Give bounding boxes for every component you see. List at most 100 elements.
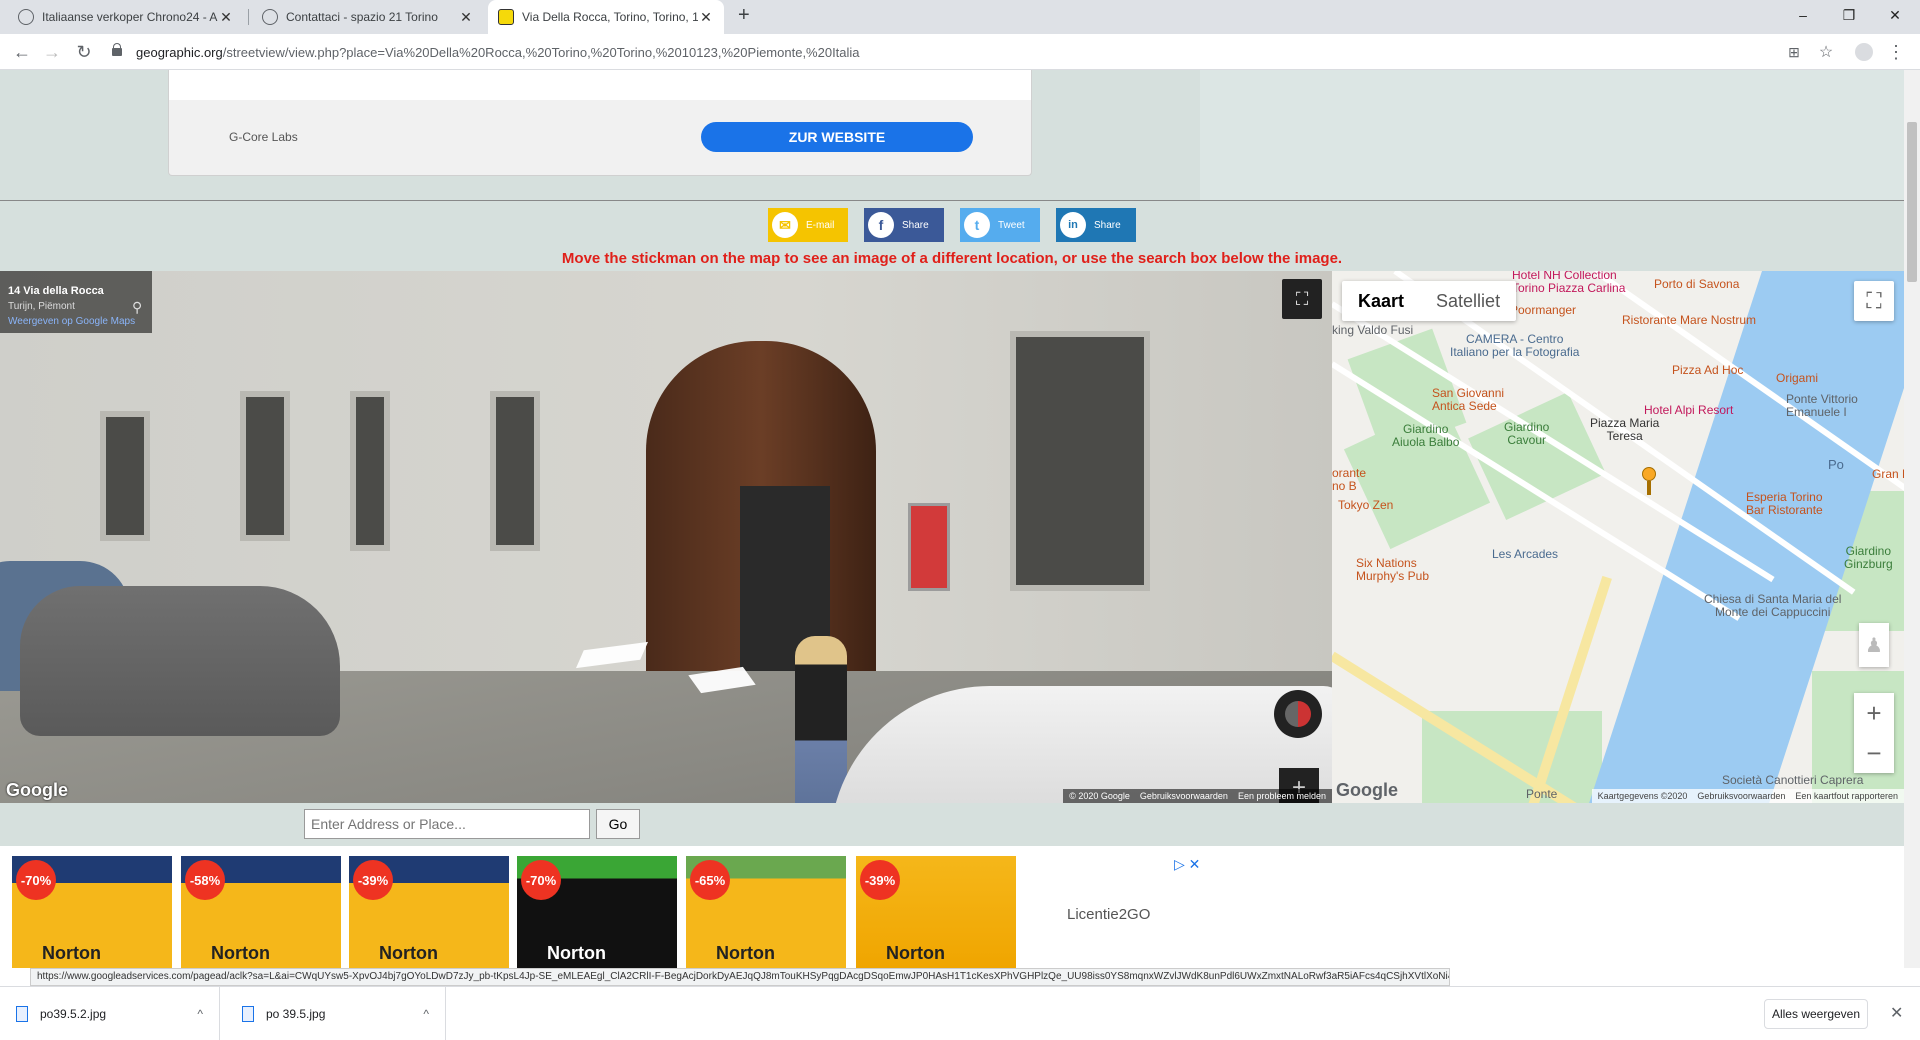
ad-product[interactable]: -58% Norton xyxy=(181,856,341,968)
page-scrollbar[interactable] xyxy=(1904,70,1920,968)
share-twitter-button[interactable]: t Tweet xyxy=(960,208,1040,242)
sv-window xyxy=(490,391,540,551)
url-text: geographic.org/streetview/view.php?place… xyxy=(136,45,860,60)
globe-icon xyxy=(262,9,278,25)
address-search-input[interactable] xyxy=(304,809,590,839)
close-icon[interactable]: ✕ xyxy=(458,9,474,26)
minimize-button[interactable]: – xyxy=(1780,0,1826,30)
close-icon[interactable]: ✕ xyxy=(218,9,234,26)
map-type-map-button[interactable]: Kaart xyxy=(1342,281,1420,321)
poi-label[interactable]: Tokyo Zen xyxy=(1338,498,1393,512)
sv-copyright: © 2020 Google xyxy=(1069,791,1130,801)
map-zoom-out-button[interactable]: − xyxy=(1866,738,1881,769)
poi-label[interactable]: Esperia Torino Bar Ristorante xyxy=(1746,491,1823,517)
poi-label[interactable]: Hotel Alpi Resort xyxy=(1644,403,1733,417)
close-icon[interactable]: ✕ xyxy=(698,9,714,26)
sv-window xyxy=(350,391,390,551)
tab-separator xyxy=(248,9,249,25)
poi-label[interactable]: Porto di Savona xyxy=(1654,277,1739,291)
download-item[interactable]: po39.5.2.jpg ^ xyxy=(0,987,220,1040)
poi-label[interactable]: Gran B xyxy=(1872,467,1904,481)
poi-label[interactable]: San Giovanni Antica Sede xyxy=(1432,387,1504,413)
poi-label[interactable]: CAMERA - Centro Italiano per la Fotograf… xyxy=(1450,333,1579,359)
google-logo: Google xyxy=(6,780,68,800)
google-maps-link[interactable]: Weergeven op Google Maps xyxy=(8,316,144,327)
ad-cta-button[interactable]: ZUR WEBSITE xyxy=(701,122,973,152)
show-all-downloads-button[interactable]: Alles weergeven xyxy=(1764,999,1868,1029)
reload-button[interactable]: ↻ xyxy=(72,40,96,64)
discount-badge: -70% xyxy=(521,860,561,900)
ad-product[interactable]: -39% Norton xyxy=(349,856,509,968)
product-brand: Norton xyxy=(42,943,101,963)
poi-label[interactable]: Giardino Ginzburg xyxy=(1844,545,1893,571)
product-brand: Norton xyxy=(379,943,438,963)
sv-report-link[interactable]: Een probleem melden xyxy=(1238,791,1326,801)
tab-title: Via Della Rocca, Torino, Torino, 10 xyxy=(522,10,698,24)
adchoices-icon[interactable]: ▷ ✕ xyxy=(1174,856,1200,873)
poi-label[interactable]: Società Canottieri Caprera xyxy=(1722,773,1863,787)
chevron-up-icon[interactable]: ^ xyxy=(423,1007,429,1021)
poi-label[interactable]: Les Arcades xyxy=(1492,547,1558,561)
poi-label[interactable]: Pizza Ad Hoc xyxy=(1672,363,1743,377)
map-zoom-control: + − xyxy=(1854,693,1894,773)
back-button[interactable]: ← xyxy=(10,40,34,64)
poi-label[interactable]: Giardino Cavour xyxy=(1504,421,1549,447)
sv-fullscreen-button[interactable]: ⛶ xyxy=(1282,279,1322,319)
restore-button[interactable]: ❐ xyxy=(1826,0,1872,30)
poi-label[interactable]: Chiesa di Santa Maria del Monte dei Capp… xyxy=(1704,593,1841,619)
go-button[interactable]: Go xyxy=(596,809,640,839)
pegman-icon[interactable]: ♟ xyxy=(1859,623,1889,667)
ad-product[interactable]: -70% Norton xyxy=(517,856,677,968)
poi-label[interactable]: Ponte Vittorio Emanuele I xyxy=(1786,393,1858,419)
map-zoom-in-button[interactable]: + xyxy=(1866,698,1881,729)
linkedin-icon: in xyxy=(1060,212,1086,238)
forward-button[interactable]: → xyxy=(40,40,64,64)
map-panel[interactable]: Hotel NH Collection Torino Piazza Carlin… xyxy=(1332,271,1904,803)
ad-advertiser-name[interactable]: Licentie2GO xyxy=(1067,906,1150,923)
map-report-link[interactable]: Een kaartfout rapporteren xyxy=(1795,791,1898,801)
map-fullscreen-button[interactable]: ⛶ xyxy=(1854,281,1894,321)
poi-label[interactable]: Poormanger xyxy=(1510,303,1576,317)
address-bar[interactable]: geographic.org/streetview/view.php?place… xyxy=(106,37,1806,67)
pegman-marker-icon[interactable] xyxy=(1640,467,1658,497)
download-item[interactable]: po 39.5.jpg ^ xyxy=(226,987,446,1040)
share-facebook-button[interactable]: f Share xyxy=(864,208,944,242)
poi-label[interactable]: Ristorante Mare Nostrum xyxy=(1622,313,1756,327)
translate-button[interactable]: ⊞ xyxy=(1782,40,1806,64)
ad-product[interactable]: -70% Norton xyxy=(12,856,172,968)
bottom-ad-banner[interactable]: -70% Norton -58% Norton -39% Norton -70%… xyxy=(0,846,1904,968)
streetview-panorama[interactable]: 14 Via della Rocca Turijn, Piëmont Weerg… xyxy=(0,271,1332,803)
ad-product[interactable]: -39% Norton xyxy=(856,856,1016,968)
poi-label[interactable]: Giardino Aiuola Balbo xyxy=(1392,423,1459,449)
arrow-left-icon: ← xyxy=(13,41,31,62)
poi-label[interactable]: Hotel NH Collection Torino Piazza Carlin… xyxy=(1512,271,1625,295)
chevron-up-icon[interactable]: ^ xyxy=(197,1007,203,1021)
poi-label[interactable]: Six Nations Murphy's Pub xyxy=(1356,557,1429,583)
sv-terms-link[interactable]: Gebruiksvoorwaarden xyxy=(1140,791,1228,801)
tab-geographic[interactable]: Via Della Rocca, Torino, Torino, 10 ✕ xyxy=(488,0,724,34)
share-linkedin-button[interactable]: in Share xyxy=(1056,208,1136,242)
map-type-satellite-button[interactable]: Satelliet xyxy=(1420,281,1516,321)
tab-spazio21[interactable]: Contattaci - spazio 21 Torino ✕ xyxy=(252,0,484,34)
poi-label[interactable]: Piazza Maria Teresa xyxy=(1590,417,1659,443)
new-tab-button[interactable]: + xyxy=(738,4,750,27)
discount-badge: -39% xyxy=(860,860,900,900)
download-filename: po39.5.2.jpg xyxy=(40,1007,107,1021)
tab-chrono24[interactable]: Italiaanse verkoper Chrono24 - A ✕ xyxy=(8,0,244,34)
sv-compass[interactable] xyxy=(1274,690,1322,738)
tab-strip: Italiaanse verkoper Chrono24 - A ✕ Conta… xyxy=(0,0,1920,34)
profile-button[interactable] xyxy=(1852,40,1876,64)
map-terms-link[interactable]: Gebruiksvoorwaarden xyxy=(1697,791,1785,801)
window-close-button[interactable]: ✕ xyxy=(1872,0,1918,30)
poi-label[interactable]: orante no B xyxy=(1332,467,1366,493)
share-email-button[interactable]: ✉ E-mail xyxy=(768,208,848,242)
scrollbar-thumb[interactable] xyxy=(1907,122,1917,282)
product-brand: Norton xyxy=(547,943,606,963)
poi-label[interactable]: Origami xyxy=(1776,371,1818,385)
ad-product[interactable]: -65% Norton xyxy=(686,856,846,968)
poi-label[interactable]: king Valdo Fusi xyxy=(1332,323,1413,337)
bookmark-button[interactable]: ☆ xyxy=(1814,40,1838,64)
menu-button[interactable]: ⋮ xyxy=(1884,40,1908,64)
kebab-menu-icon: ⋮ xyxy=(1887,41,1905,62)
close-downloads-icon[interactable]: ✕ xyxy=(1890,1003,1903,1023)
